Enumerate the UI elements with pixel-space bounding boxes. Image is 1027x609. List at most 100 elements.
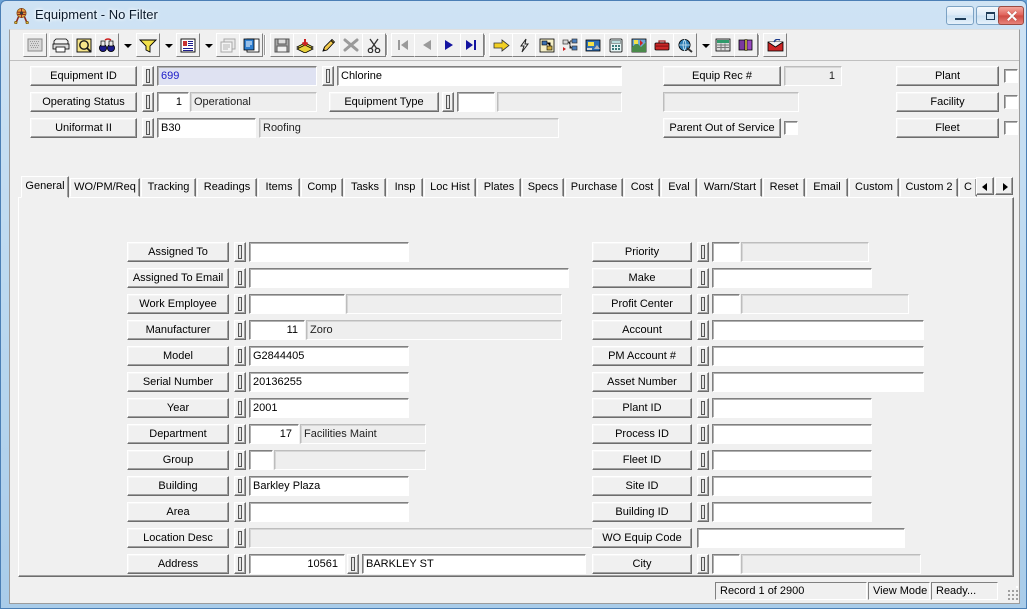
- facility-checkbox[interactable]: [1004, 95, 1018, 109]
- pm-account-label-button[interactable]: PM Account #: [592, 346, 692, 366]
- tab-comp[interactable]: Comp: [301, 178, 343, 197]
- assigned-to-input[interactable]: [249, 242, 409, 262]
- address-street-input[interactable]: BARKLEY ST: [362, 554, 586, 574]
- operating-status-code-input[interactable]: 1: [157, 92, 189, 112]
- city-label-button[interactable]: City: [592, 554, 692, 574]
- work-employee-code-input[interactable]: [249, 294, 345, 314]
- profit-center-label-button[interactable]: Profit Center: [592, 294, 692, 314]
- site-id-input[interactable]: [712, 476, 872, 496]
- process-id-label-button[interactable]: Process ID: [592, 424, 692, 444]
- profit-center-lookup-spinner[interactable]: [697, 294, 709, 314]
- department-code-input[interactable]: 17: [249, 424, 299, 444]
- assigned-to-label-button[interactable]: Assigned To: [127, 242, 229, 262]
- model-label-button[interactable]: Model: [127, 346, 229, 366]
- plant-id-lookup-spinner[interactable]: [697, 398, 709, 418]
- group-code-input[interactable]: [249, 450, 273, 470]
- fleet-label-button[interactable]: Fleet: [896, 118, 999, 138]
- map-button[interactable]: [627, 33, 651, 57]
- hierarchy-button[interactable]: [558, 33, 582, 57]
- tab-c[interactable]: C: [959, 178, 977, 197]
- area-input[interactable]: [249, 502, 409, 522]
- tab-general[interactable]: General: [21, 176, 69, 198]
- equipment-description-input[interactable]: Chlorine: [337, 66, 622, 86]
- tab-tasks[interactable]: Tasks: [344, 178, 386, 197]
- edit-record-button[interactable]: [316, 33, 340, 57]
- exit-button[interactable]: [763, 33, 787, 57]
- fleet-id-input[interactable]: [712, 450, 872, 470]
- equip-rec-label-button[interactable]: Equip Rec #: [663, 66, 781, 86]
- make-input[interactable]: [712, 268, 872, 288]
- priority-code-input[interactable]: [712, 242, 740, 262]
- save-button[interactable]: [270, 33, 294, 57]
- last-record-button[interactable]: [460, 33, 484, 57]
- tab-email[interactable]: Email: [806, 178, 848, 197]
- operating-status-lookup-spinner[interactable]: [142, 92, 154, 112]
- equipment-id-label-button[interactable]: Equipment ID: [30, 66, 137, 86]
- add-record-button[interactable]: [293, 33, 317, 57]
- address-number-input[interactable]: 10561: [249, 554, 345, 574]
- uniformat-code-input[interactable]: B30: [157, 118, 256, 138]
- find-dropdown-button[interactable]: [119, 33, 133, 57]
- serial-number-label-button[interactable]: Serial Number: [127, 372, 229, 392]
- image-button[interactable]: [581, 33, 605, 57]
- group-label-button[interactable]: Group: [127, 450, 229, 470]
- fleet-id-label-button[interactable]: Fleet ID: [592, 450, 692, 470]
- manufacturer-lookup-spinner[interactable]: [234, 320, 246, 340]
- building-input[interactable]: Barkley Plaza: [249, 476, 409, 496]
- tab-loc-hist[interactable]: Loc Hist: [424, 178, 476, 197]
- operating-status-label-button[interactable]: Operating Status: [30, 92, 137, 112]
- account-lookup-spinner[interactable]: [697, 320, 709, 340]
- tab-tracking[interactable]: Tracking: [141, 178, 196, 197]
- pm-account-lookup-spinner[interactable]: [697, 346, 709, 366]
- goto-button[interactable]: [489, 33, 513, 57]
- tab-items[interactable]: Items: [258, 178, 300, 197]
- help-book-button[interactable]: [734, 33, 758, 57]
- area-lookup-spinner[interactable]: [234, 502, 246, 522]
- assigned-to-email-input[interactable]: [249, 268, 569, 288]
- manufacturer-code-input[interactable]: 11: [249, 320, 305, 340]
- account-label-button[interactable]: Account: [592, 320, 692, 340]
- toolbox-button[interactable]: [650, 33, 674, 57]
- properties-button[interactable]: [216, 33, 240, 57]
- plant-checkbox[interactable]: [1004, 69, 1018, 83]
- facility-label-button[interactable]: Facility: [896, 92, 999, 112]
- first-record-button[interactable]: [391, 33, 415, 57]
- report-button[interactable]: [176, 33, 200, 57]
- address-label-button[interactable]: Address: [127, 554, 229, 574]
- equipment-type-lookup-spinner[interactable]: [442, 92, 454, 112]
- tab-eval[interactable]: Eval: [661, 178, 697, 197]
- location-desc-label-button[interactable]: Location Desc: [127, 528, 229, 548]
- equipment-type-code-input[interactable]: [457, 92, 495, 112]
- equipment-id-input[interactable]: 699: [157, 66, 317, 86]
- asset-number-lookup-spinner[interactable]: [697, 372, 709, 392]
- department-label-button[interactable]: Department: [127, 424, 229, 444]
- building-id-label-button[interactable]: Building ID: [592, 502, 692, 522]
- year-input[interactable]: 2001: [249, 398, 409, 418]
- asset-number-input[interactable]: [712, 372, 924, 392]
- cut-button[interactable]: [362, 33, 386, 57]
- year-lookup-spinner[interactable]: [234, 398, 246, 418]
- close-button[interactable]: [998, 6, 1024, 25]
- quick-action-button[interactable]: [512, 33, 536, 57]
- diagram-button[interactable]: [535, 33, 559, 57]
- profit-center-code-input[interactable]: [712, 294, 740, 314]
- address-lookup-spinner[interactable]: [234, 554, 246, 574]
- building-label-button[interactable]: Building: [127, 476, 229, 496]
- priority-lookup-spinner[interactable]: [697, 242, 709, 262]
- find-button[interactable]: [95, 33, 119, 57]
- report-dropdown-button[interactable]: [200, 33, 214, 57]
- wo-equip-code-label-button[interactable]: WO Equip Code: [592, 528, 692, 548]
- plant-id-label-button[interactable]: Plant ID: [592, 398, 692, 418]
- model-input[interactable]: G2844405: [249, 346, 409, 366]
- plant-label-button[interactable]: Plant: [896, 66, 999, 86]
- work-employee-lookup-spinner[interactable]: [234, 294, 246, 314]
- tab-cost[interactable]: Cost: [624, 178, 660, 197]
- uniformat-lookup-spinner[interactable]: [142, 118, 154, 138]
- parent-out-of-service-label-button[interactable]: Parent Out of Service: [663, 118, 781, 138]
- tab-wo-pm-req[interactable]: WO/PM/Req: [70, 178, 140, 197]
- address-street-lookup-spinner[interactable]: [347, 554, 359, 574]
- equipment-id-lookup-spinner[interactable]: [142, 66, 154, 86]
- equipment-type-label-button[interactable]: Equipment Type: [329, 92, 439, 112]
- city-code-input[interactable]: [712, 554, 740, 574]
- year-label-button[interactable]: Year: [127, 398, 229, 418]
